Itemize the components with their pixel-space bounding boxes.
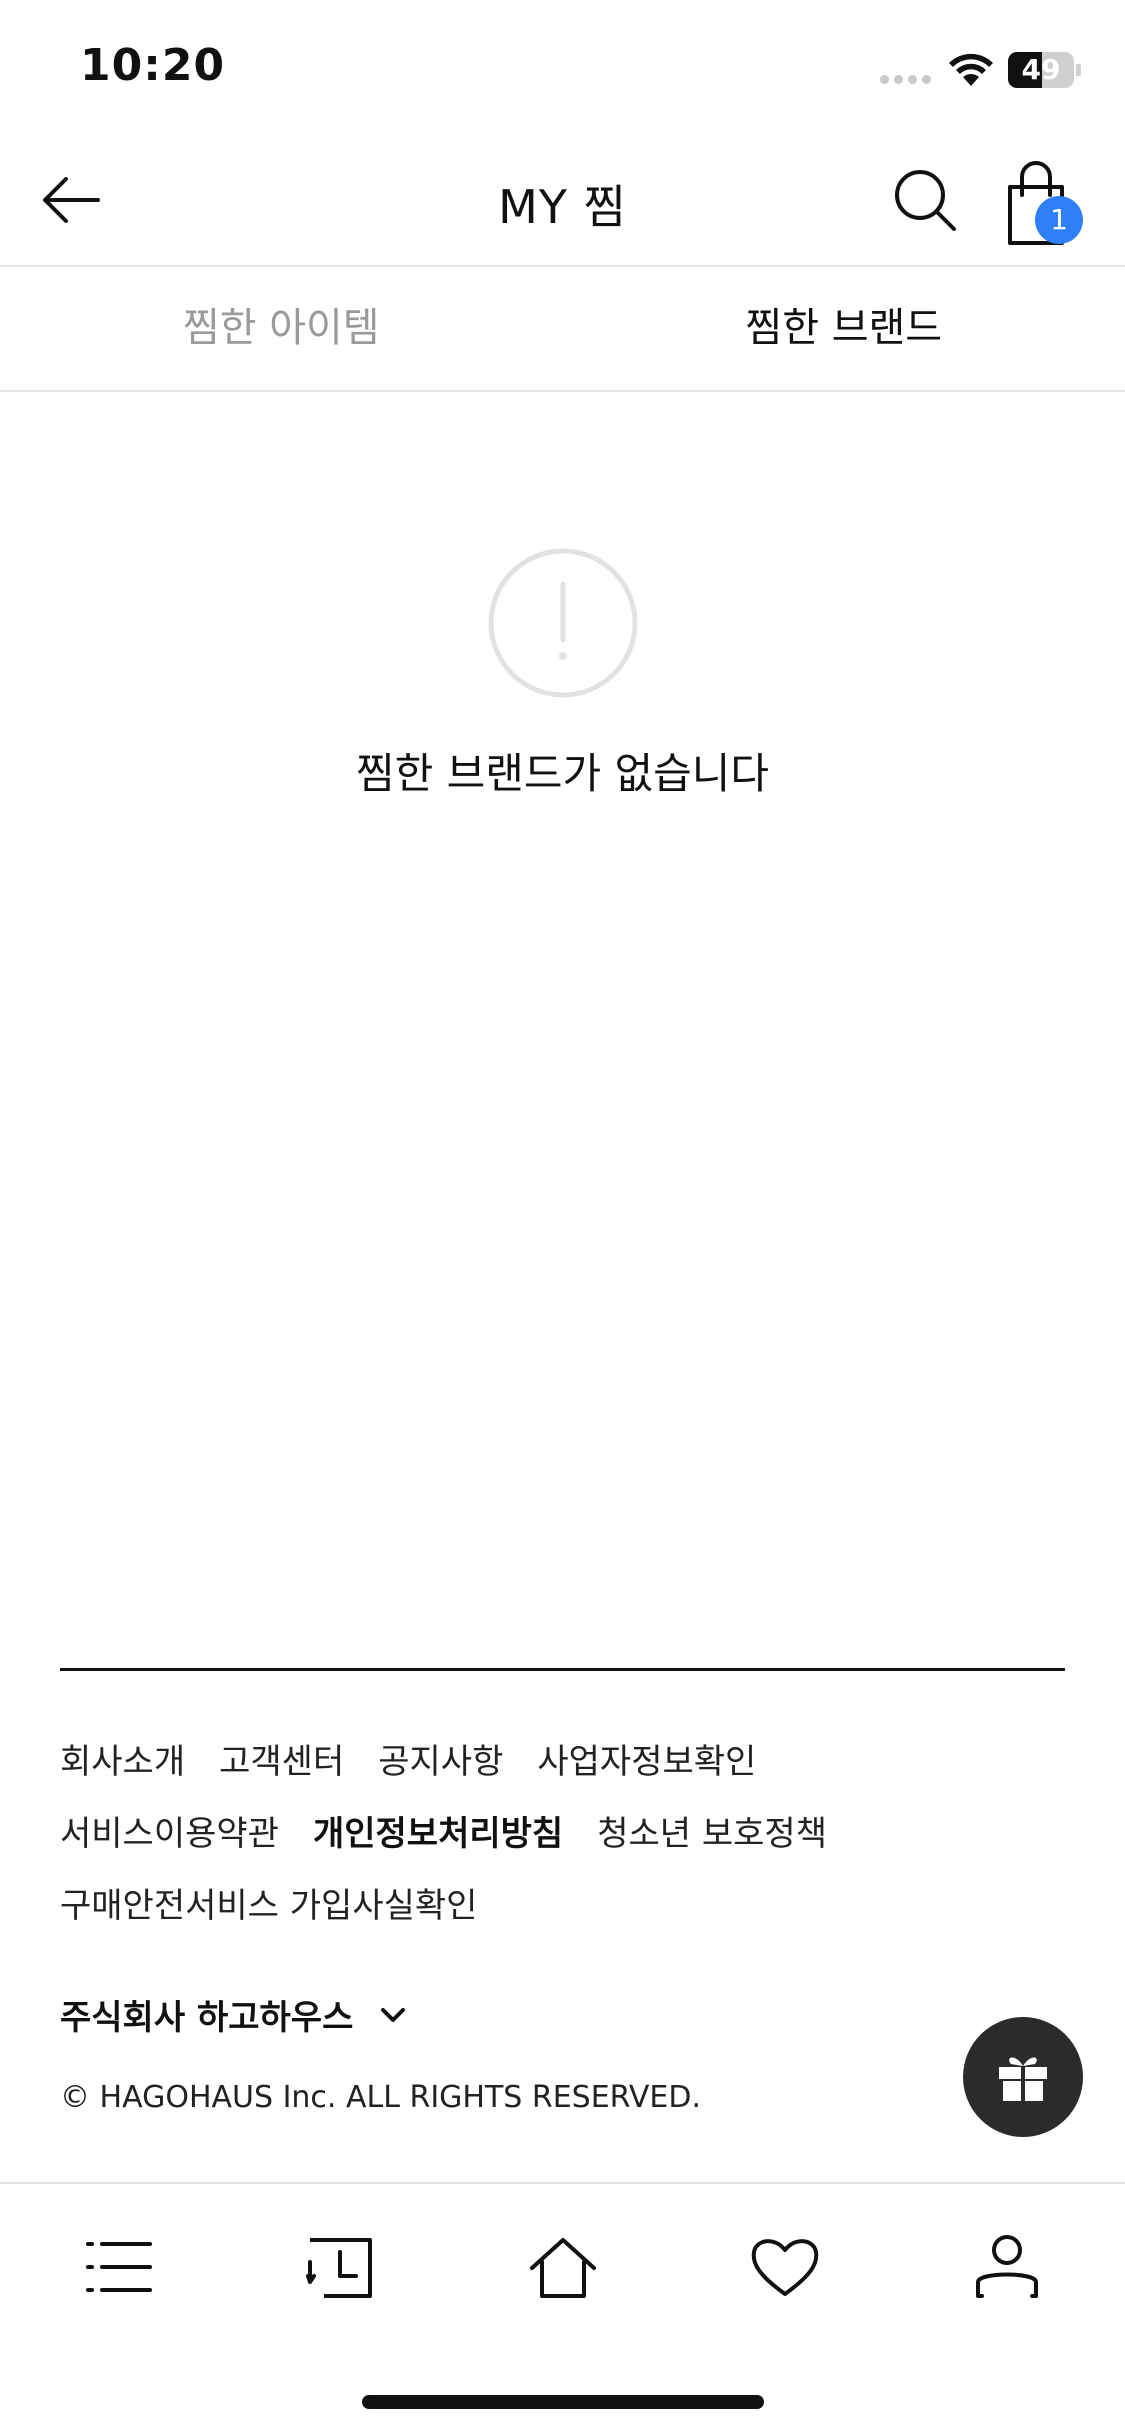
exclamation-circle-icon — [488, 548, 638, 698]
footer-link-escrow[interactable]: 구매안전서비스 가입사실확인 — [60, 1878, 477, 1927]
company-info-toggle[interactable]: 주식회사 하고하우스 — [60, 1990, 407, 2039]
menu-icon[interactable] — [84, 2232, 154, 2302]
header: MY 찜 — [0, 135, 1125, 267]
footer-link-customer-center[interactable]: 고객센터 — [219, 1734, 344, 1783]
wifi-icon — [949, 53, 993, 86]
heart-icon[interactable] — [750, 2232, 820, 2302]
battery-level: 49 — [1021, 53, 1061, 86]
footer-link-terms[interactable]: 서비스이용약관 — [60, 1806, 279, 1855]
cellular-signal-icon — [880, 75, 931, 84]
status-time: 10:20 — [80, 40, 226, 91]
footer-links-row: 구매안전서비스 가입사실확인 — [60, 1866, 1065, 1938]
footer-divider — [60, 1668, 1065, 1671]
home-indicator — [362, 2395, 764, 2409]
footer-links-row: 서비스이용약관 개인정보처리방침 청소년 보호정책 — [60, 1794, 1065, 1866]
footer-link-notices[interactable]: 공지사항 — [378, 1734, 503, 1783]
tab-bar: 찜한 아이템 찜한 브랜드 — [0, 267, 1125, 392]
footer-link-about[interactable]: 회사소개 — [60, 1734, 185, 1783]
footer-links-row: 회사소개 고객센터 공지사항 사업자정보확인 — [60, 1722, 1065, 1794]
footer-link-business-info[interactable]: 사업자정보확인 — [537, 1734, 756, 1783]
tab-liked-brands[interactable]: 찜한 브랜드 — [563, 267, 1125, 390]
search-icon[interactable] — [890, 165, 960, 235]
cart-count-badge: 1 — [1035, 196, 1083, 244]
tab-liked-items[interactable]: 찜한 아이템 — [0, 267, 563, 390]
home-icon[interactable] — [528, 2232, 598, 2302]
footer-links: 회사소개 고객센터 공지사항 사업자정보확인 서비스이용약관 개인정보처리방침 … — [60, 1722, 1065, 1938]
copyright: © HAGOHAUS Inc. ALL RIGHTS RESERVED. — [60, 2080, 702, 2115]
gift-icon — [999, 2057, 1047, 2101]
user-icon[interactable] — [972, 2232, 1042, 2302]
footer-link-youth-policy[interactable]: 청소년 보호정책 — [597, 1806, 827, 1855]
gift-button[interactable] — [963, 2017, 1083, 2137]
screen: 10:20 49 MY 찜 1 찜한 아이템 찜한 브랜드 찜한 브랜드가 없습… — [0, 0, 1125, 2436]
empty-state-message: 찜한 브랜드가 없습니다 — [355, 749, 770, 798]
footer-link-privacy-policy[interactable]: 개인정보처리방침 — [313, 1806, 563, 1855]
company-name: 주식회사 하고하우스 — [60, 1998, 354, 2038]
recent-icon[interactable] — [306, 2232, 376, 2302]
chevron-down-icon — [381, 2007, 406, 2022]
status-bar: 10:20 49 — [0, 0, 1125, 135]
